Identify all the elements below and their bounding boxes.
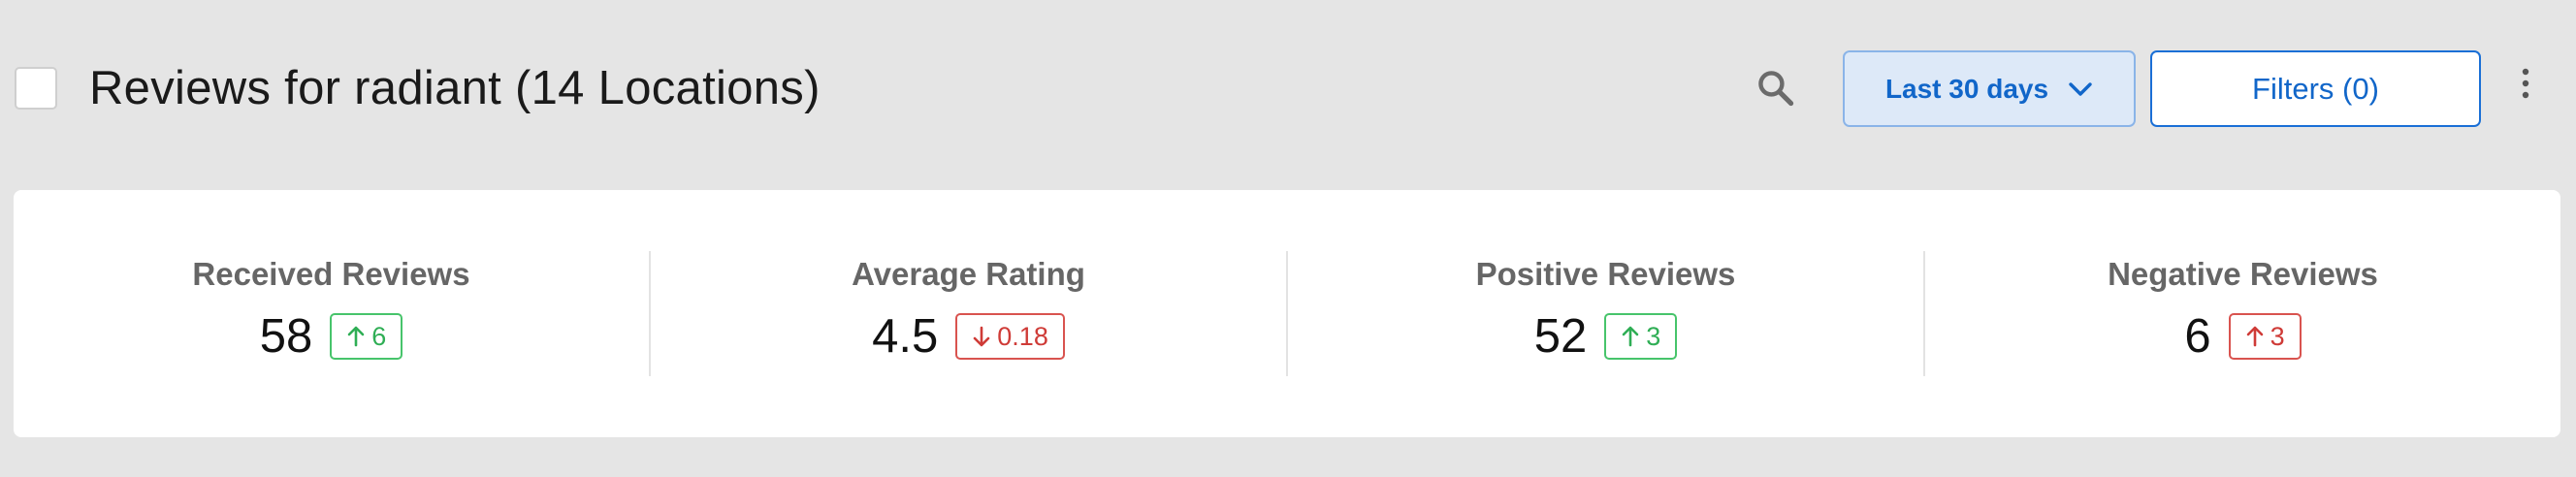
delta-value: 0.18 [997, 321, 1048, 351]
arrow-up-icon [1622, 326, 1639, 347]
stat-label: Positive Reviews [1475, 256, 1736, 292]
stat-value: 6 [2184, 310, 2211, 363]
arrow-down-icon [973, 326, 990, 347]
delta-badge: 3 [1604, 313, 1678, 360]
stat-row: 58 6 [260, 309, 403, 364]
stat-row: 4.5 0.18 [872, 309, 1065, 364]
search-button[interactable] [1752, 64, 1800, 112]
delta-badge: 6 [330, 313, 403, 360]
arrow-up-icon [2246, 326, 2263, 347]
review-stats-card: Received Reviews 58 6 Average Rating 4.5 [14, 190, 2560, 437]
arrow-up-icon [347, 326, 365, 347]
delta-value: 3 [2270, 321, 2285, 351]
stat-row: 52 3 [1534, 309, 1678, 364]
stat-positive-reviews: Positive Reviews 52 3 [1286, 251, 1923, 376]
filters-button[interactable]: Filters (0) [2150, 50, 2481, 127]
select-all-checkbox[interactable] [15, 67, 57, 110]
date-range-label: Last 30 days [1884, 73, 2049, 104]
stat-label: Received Reviews [192, 256, 470, 292]
reviews-page: Reviews for radiant (14 Locations) Last … [0, 0, 2576, 477]
chevron-down-icon [2069, 81, 2092, 96]
delta-badge: 3 [2228, 313, 2302, 360]
filters-label: Filters (0) [2252, 71, 2379, 106]
more-options-button[interactable] [2508, 60, 2543, 107]
stat-label: Average Rating [852, 256, 1085, 292]
more-vertical-icon [2522, 68, 2529, 99]
stat-negative-reviews: Negative Reviews 6 3 [1923, 251, 2560, 376]
page-title: Reviews for radiant (14 Locations) [89, 62, 821, 114]
stat-received-reviews: Received Reviews 58 6 [14, 251, 649, 376]
stat-value: 58 [259, 310, 313, 363]
delta-value: 3 [1646, 321, 1661, 351]
delta-badge: 0.18 [955, 313, 1065, 360]
stat-label: Negative Reviews [2108, 256, 2378, 292]
page-header: Reviews for radiant (14 Locations) Last … [0, 0, 2576, 175]
stat-average-rating: Average Rating 4.5 0.18 [649, 251, 1286, 376]
delta-value: 6 [371, 321, 387, 351]
search-icon [1758, 71, 1794, 107]
date-range-dropdown[interactable]: Last 30 days [1843, 50, 2136, 127]
stat-row: 6 3 [2184, 309, 2302, 364]
stat-value: 4.5 [872, 310, 939, 363]
stat-value: 52 [1533, 310, 1588, 363]
